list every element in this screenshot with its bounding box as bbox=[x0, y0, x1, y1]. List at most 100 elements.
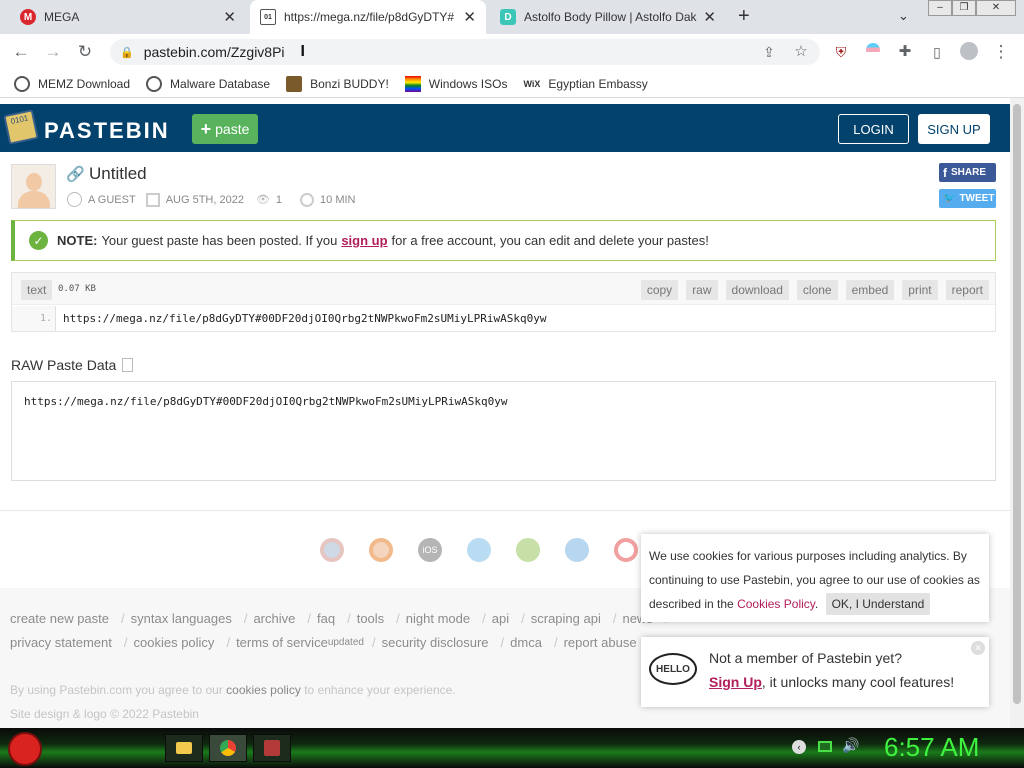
member-signup-link[interactable]: Sign Up bbox=[709, 674, 762, 690]
close-icon[interactable]: ✕ bbox=[463, 8, 476, 26]
eye-icon: 👁 bbox=[255, 194, 270, 206]
extensions-icon[interactable]: ✚ bbox=[894, 42, 916, 62]
embed-button[interactable]: embed bbox=[845, 280, 895, 300]
footer-link[interactable]: archive bbox=[253, 611, 295, 626]
address-bar[interactable]: 🔒 pastebin.com/Zzgiv8Pi I bbox=[110, 39, 820, 65]
scrollbar-thumb[interactable] bbox=[1013, 104, 1021, 704]
tab-search-icon[interactable]: ⌄ bbox=[898, 8, 909, 24]
forward-icon[interactable]: → bbox=[42, 42, 64, 62]
bookmark-windows-isos[interactable]: Windows ISOs bbox=[404, 75, 508, 92]
share-icon[interactable]: ⇪ bbox=[758, 42, 780, 62]
tab-title: https://mega.nz/file/p8dGyDTY# bbox=[284, 10, 455, 24]
footer-link[interactable]: night mode bbox=[406, 611, 470, 626]
star-icon[interactable]: ☆ bbox=[790, 42, 812, 62]
minimize-button[interactable]: – bbox=[928, 0, 952, 16]
hello-bubble-icon: HELLO bbox=[649, 653, 697, 685]
close-icon[interactable]: ✕ bbox=[223, 8, 236, 26]
pastebin-icon: 01 bbox=[260, 9, 276, 25]
raw-button[interactable]: raw bbox=[686, 280, 718, 300]
page-scrollbar[interactable] bbox=[1010, 98, 1024, 728]
close-icon[interactable]: ✕ bbox=[971, 641, 985, 655]
macos-icon[interactable] bbox=[565, 538, 589, 562]
menu-icon[interactable]: ⋮ bbox=[990, 42, 1012, 62]
back-icon[interactable]: ← bbox=[10, 42, 32, 62]
maximize-button[interactable]: ❐ bbox=[952, 0, 976, 16]
copy-icon[interactable] bbox=[122, 358, 134, 372]
footer-link[interactable]: dmca bbox=[510, 635, 542, 650]
extension-flag-icon[interactable] bbox=[862, 42, 884, 62]
raw-paste-textarea[interactable]: https://mega.nz/file/p8dGyDTY#00DF20djOI… bbox=[11, 381, 996, 481]
opera-icon[interactable] bbox=[614, 538, 638, 562]
download-button[interactable]: download bbox=[725, 280, 789, 300]
signup-button[interactable]: SIGN UP bbox=[918, 114, 990, 144]
notice-label: NOTE: bbox=[57, 233, 98, 248]
tray-chevron-icon[interactable]: ‹ bbox=[792, 740, 806, 754]
signup-link[interactable]: sign up bbox=[341, 233, 387, 248]
paste-author[interactable]: A GUEST bbox=[88, 194, 136, 206]
footer-link[interactable]: cookies policy bbox=[134, 635, 215, 650]
firefox-icon[interactable] bbox=[369, 538, 393, 562]
paste-actions: copy raw download clone embed print repo… bbox=[633, 280, 989, 300]
bookmark-label: Windows ISOs bbox=[428, 76, 508, 91]
report-button[interactable]: report bbox=[945, 280, 989, 300]
chrome-taskbar-icon[interactable] bbox=[209, 734, 247, 762]
chrome-icon[interactable] bbox=[320, 538, 344, 562]
footer-link[interactable]: syntax languages bbox=[131, 611, 232, 626]
raw-text: https://mega.nz/file/p8dGyDTY#00DF20djOI… bbox=[24, 395, 508, 408]
pastebin-logo[interactable]: PASTEBIN bbox=[44, 118, 170, 144]
paste-views: 1 bbox=[275, 193, 283, 206]
bookmark-label: Bonzi BUDDY! bbox=[310, 76, 389, 91]
footer-link[interactable]: tools bbox=[357, 611, 384, 626]
wix-icon: WiX bbox=[523, 78, 541, 89]
android-icon[interactable] bbox=[516, 538, 540, 562]
footer-link[interactable]: create new paste bbox=[10, 611, 109, 626]
app-icons-row: iOS bbox=[320, 538, 638, 562]
footer-link[interactable]: faq bbox=[317, 611, 335, 626]
close-icon[interactable]: ✕ bbox=[703, 8, 716, 26]
paste-meta: A GUEST AUG 5TH, 2022 👁 1 10 MIN bbox=[67, 192, 356, 207]
footer-link[interactable]: report abuse bbox=[564, 635, 637, 650]
windows-icon[interactable] bbox=[467, 538, 491, 562]
footer-link[interactable]: api bbox=[492, 611, 509, 626]
bookmark-bonzi[interactable]: Bonzi BUDDY! bbox=[286, 75, 389, 92]
volume-icon[interactable]: 🔊 bbox=[842, 737, 859, 754]
bookmark-label: Malware Database bbox=[170, 76, 271, 91]
file-explorer-icon[interactable] bbox=[165, 734, 203, 762]
reload-icon[interactable]: ↻ bbox=[74, 42, 96, 62]
tab-astolfo[interactable]: D Astolfo Body Pillow | Astolfo Dak ✕ bbox=[490, 0, 726, 34]
raw-paste-heading: RAW Paste Data bbox=[11, 357, 134, 373]
footer-link[interactable]: security disclosure bbox=[382, 635, 489, 650]
bookmark-malware[interactable]: Malware Database bbox=[146, 75, 271, 92]
bookmark-memz[interactable]: MEMZ Download bbox=[14, 75, 130, 92]
network-icon[interactable] bbox=[818, 741, 832, 752]
tab-pastebin[interactable]: 01 https://mega.nz/file/p8dGyDTY# ✕ bbox=[250, 0, 486, 34]
sidepanel-icon[interactable]: ▯ bbox=[926, 42, 948, 62]
new-tab-button[interactable]: + bbox=[738, 5, 750, 28]
tab-mega[interactable]: M MEGA ✕ bbox=[10, 0, 246, 34]
syntax-badge[interactable]: text bbox=[21, 280, 53, 300]
timer-icon bbox=[300, 192, 315, 207]
close-window-button[interactable]: ✕ bbox=[976, 0, 1016, 16]
bookmark-egyptian-embassy[interactable]: WiX Egyptian Embassy bbox=[523, 77, 647, 91]
copy-button[interactable]: copy bbox=[640, 280, 679, 300]
cookies-policy-link[interactable]: cookies policy bbox=[226, 683, 301, 697]
extension-shield-icon[interactable]: ⛨ bbox=[830, 42, 852, 62]
ios-icon[interactable]: iOS bbox=[418, 538, 442, 562]
share-button[interactable]: f SHARE bbox=[939, 163, 996, 182]
clone-button[interactable]: clone bbox=[796, 280, 838, 300]
footer-link[interactable]: privacy statement bbox=[10, 635, 112, 650]
cookie-accept-button[interactable]: OK, I Understand bbox=[825, 593, 931, 615]
footer-link[interactable]: terms of service bbox=[236, 635, 328, 650]
tweet-button[interactable]: 🐦 TWEET bbox=[939, 189, 996, 208]
login-button[interactable]: LOGIN bbox=[838, 114, 909, 144]
print-button[interactable]: print bbox=[902, 280, 938, 300]
footer-link[interactable]: scraping api bbox=[531, 611, 601, 626]
raw-paste-title: RAW Paste Data bbox=[11, 357, 117, 373]
new-paste-button[interactable]: + paste bbox=[192, 114, 258, 144]
cookie-policy-link[interactable]: Cookies Policy bbox=[737, 597, 815, 611]
paste-expiration: 10 MIN bbox=[320, 193, 356, 206]
profile-icon[interactable] bbox=[958, 42, 980, 65]
app-taskbar-icon[interactable] bbox=[253, 734, 291, 762]
clock[interactable]: 6:57 AM bbox=[884, 732, 979, 763]
angry-bird-start-icon[interactable] bbox=[8, 732, 42, 766]
